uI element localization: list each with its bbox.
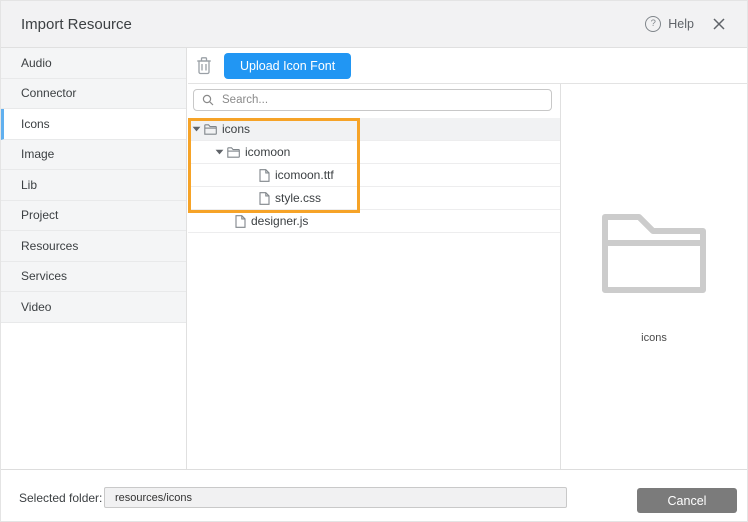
help-label: Help	[668, 17, 694, 31]
sidebar-item-label: Connector	[21, 86, 76, 100]
sidebar-item-services[interactable]: Services	[1, 262, 186, 293]
help-icon: ?	[645, 16, 661, 32]
sidebar-item-lib[interactable]: Lib	[1, 170, 186, 201]
sidebar-item-label: Audio	[21, 56, 52, 70]
delete-button[interactable]	[196, 56, 212, 75]
tree-node-label: icomoon	[245, 145, 290, 159]
sidebar-item-image[interactable]: Image	[1, 140, 186, 171]
tree-row-designer-js[interactable]: designer.js	[188, 210, 560, 233]
tree-row-style-css[interactable]: style.css	[188, 187, 560, 210]
selected-folder-label: Selected folder:	[19, 491, 102, 505]
cancel-button[interactable]: Cancel	[637, 488, 737, 513]
close-icon	[712, 17, 726, 31]
selection-preview-panel: icons	[561, 84, 747, 469]
trash-icon	[196, 56, 212, 75]
sidebar-item-project[interactable]: Project	[1, 201, 186, 232]
header-actions: ? Help	[645, 16, 726, 32]
tree-node-label: icomoon.ttf	[275, 168, 334, 182]
folder-icon	[204, 124, 217, 135]
file-icon	[259, 192, 270, 205]
category-sidebar: Audio Connector Icons Image Lib Project …	[1, 48, 187, 469]
sidebar-item-video[interactable]: Video	[1, 292, 186, 323]
import-resource-dialog: Import Resource ? Help Audio Connector I…	[0, 0, 748, 522]
help-button[interactable]: ? Help	[645, 16, 694, 32]
sidebar-item-connector[interactable]: Connector	[1, 79, 186, 110]
tree-node-label: designer.js	[251, 214, 308, 228]
sidebar-item-audio[interactable]: Audio	[1, 48, 186, 79]
search-box[interactable]	[193, 89, 552, 111]
sidebar-item-label: Resources	[21, 239, 78, 253]
chevron-down-icon[interactable]	[215, 149, 224, 155]
folder-icon	[227, 147, 240, 158]
file-icon	[235, 215, 246, 228]
sidebar-item-icons[interactable]: Icons	[1, 109, 186, 140]
folder-icon	[598, 212, 710, 296]
search-input[interactable]	[220, 93, 543, 107]
dialog-header: Import Resource ? Help	[1, 1, 747, 48]
tree-node-label: icons	[222, 122, 250, 136]
sidebar-item-label: Lib	[21, 178, 37, 192]
file-tree: icons icomoon	[188, 118, 560, 233]
sidebar-item-resources[interactable]: Resources	[1, 231, 186, 262]
close-button[interactable]	[712, 17, 726, 31]
tree-row-icons[interactable]: icons	[188, 118, 560, 141]
sidebar-item-label: Icons	[21, 117, 50, 131]
dialog-footer: Selected folder: Cancel	[1, 469, 747, 521]
upload-icon-font-button[interactable]: Upload Icon Font	[224, 53, 351, 79]
tree-node-label: style.css	[275, 191, 321, 205]
sidebar-item-label: Services	[21, 269, 67, 283]
icons-toolbar: Upload Icon Font	[188, 48, 747, 84]
sidebar-item-label: Project	[21, 208, 58, 222]
selected-folder-input[interactable]	[104, 487, 567, 508]
search-icon	[202, 94, 214, 106]
tree-row-icomoon-ttf[interactable]: icomoon.ttf	[188, 164, 560, 187]
tree-row-icomoon[interactable]: icomoon	[188, 141, 560, 164]
sidebar-item-label: Video	[21, 300, 51, 314]
preview-folder-name: icons	[641, 332, 667, 344]
file-icon	[259, 169, 270, 182]
dialog-title: Import Resource	[21, 16, 132, 33]
file-tree-panel: icons icomoon	[188, 84, 561, 469]
sidebar-item-label: Image	[21, 147, 54, 161]
chevron-down-icon[interactable]	[192, 126, 201, 132]
